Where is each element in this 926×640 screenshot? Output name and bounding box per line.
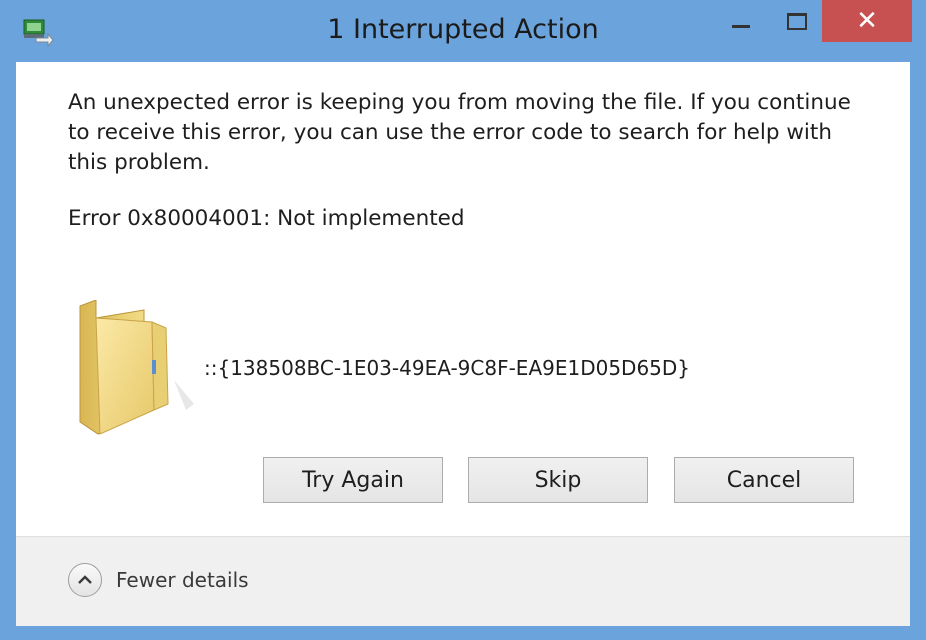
dialog-window: 1 Interrupted Action ✕ An unexpected err… xyxy=(0,0,926,640)
item-name: ::{138508BC-1E03-49EA-9C8F-EA9E1D05D65D} xyxy=(204,356,691,380)
cancel-button[interactable]: Cancel xyxy=(674,457,854,503)
error-code-line: Error 0x80004001: Not implemented xyxy=(68,206,465,231)
details-toggle-button[interactable] xyxy=(68,563,102,597)
close-icon: ✕ xyxy=(856,6,878,36)
skip-button[interactable]: Skip xyxy=(468,457,648,503)
title-bar[interactable]: 1 Interrupted Action ✕ xyxy=(0,0,926,62)
fewer-details-link[interactable]: Fewer details xyxy=(116,568,249,592)
error-message: An unexpected error is keeping you from … xyxy=(68,90,851,175)
try-again-button[interactable]: Try Again xyxy=(263,457,443,503)
chevron-up-icon xyxy=(77,571,93,590)
minimize-icon xyxy=(732,24,750,28)
minimize-button[interactable] xyxy=(710,0,772,42)
folder-icon xyxy=(74,299,194,440)
details-footer: Fewer details xyxy=(16,537,910,626)
maximize-icon xyxy=(787,12,807,30)
dialog-body: An unexpected error is keeping you from … xyxy=(16,62,910,626)
maximize-button[interactable] xyxy=(772,0,822,42)
close-button[interactable]: ✕ xyxy=(822,0,912,42)
